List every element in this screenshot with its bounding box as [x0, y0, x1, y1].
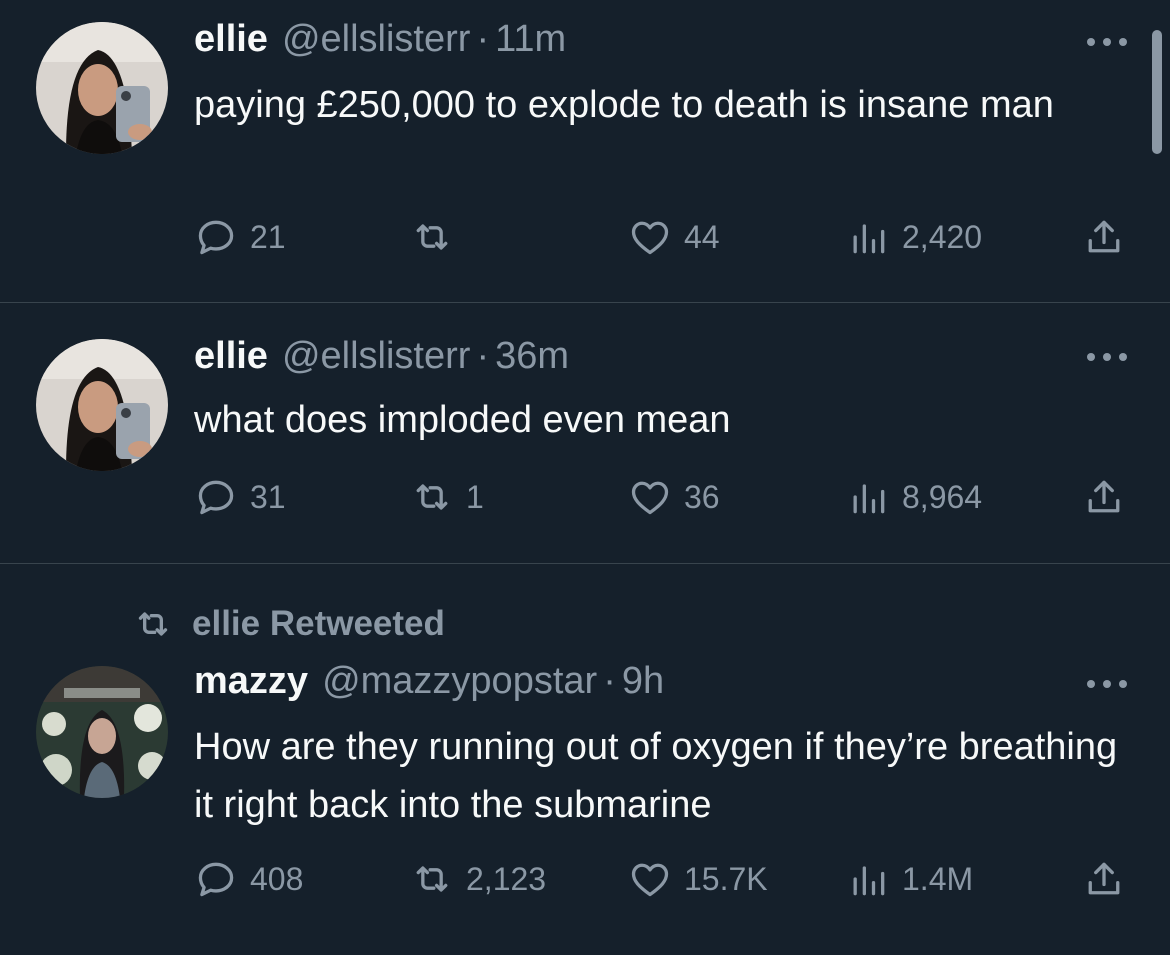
display-name[interactable]: ellie: [194, 18, 268, 61]
timestamp[interactable]: 11m: [495, 18, 566, 61]
heart-icon: [631, 481, 669, 515]
tweet-header: ellie @ellslisterr · 36m: [194, 335, 569, 385]
retweet-button[interactable]: 1: [410, 472, 484, 522]
reply-count: 408: [250, 860, 304, 897]
separator-dot: ·: [603, 660, 616, 702]
more-icon[interactable]: [1084, 32, 1130, 52]
reply-button[interactable]: 21: [194, 212, 286, 262]
more-icon[interactable]: [1084, 674, 1130, 694]
views-button[interactable]: 1.4M: [846, 854, 973, 904]
timestamp[interactable]: 9h: [622, 660, 664, 703]
like-button[interactable]: 36: [628, 472, 720, 522]
views-count: 8,964: [902, 478, 983, 515]
reply-button[interactable]: 408: [194, 854, 303, 904]
share-icon: [1088, 480, 1120, 513]
tweet[interactable]: ellie Retweeted mazzy @mazzypopstar · 9h…: [0, 564, 1170, 955]
like-count: 44: [684, 218, 720, 255]
reply-count: 31: [250, 478, 286, 515]
user-handle[interactable]: @mazzypopstar: [322, 660, 597, 703]
reply-icon: [198, 862, 234, 897]
retweet-icon: [416, 866, 448, 892]
heart-icon: [631, 221, 669, 255]
display-name[interactable]: mazzy: [194, 660, 308, 703]
separator-dot: ·: [476, 335, 490, 377]
retweet-button[interactable]: [410, 212, 466, 262]
timestamp[interactable]: 36m: [495, 335, 569, 378]
tweet[interactable]: ellie @ellslisterr · 36m what does implo…: [0, 303, 1170, 563]
like-button[interactable]: 44: [628, 212, 720, 262]
views-icon: [853, 866, 885, 896]
share-icon: [1088, 220, 1120, 253]
tweet-text: what does imploded even mean: [194, 399, 731, 441]
heart-icon: [631, 863, 669, 897]
retweeted-by-label: ellie Retweeted: [192, 604, 445, 643]
tweet-header: ellie @ellslisterr · 11m: [194, 18, 566, 68]
retweet-icon: [138, 612, 168, 636]
reply-icon: [198, 480, 234, 515]
views-button[interactable]: 2,420: [846, 212, 982, 262]
views-icon: [853, 224, 885, 254]
tweet-header: mazzy @mazzypopstar · 9h: [194, 660, 664, 710]
retweet-button[interactable]: 2,123: [410, 854, 546, 904]
retweet-icon: [416, 484, 448, 510]
display-name[interactable]: ellie: [194, 335, 268, 378]
user-handle[interactable]: @ellslisterr: [282, 18, 470, 61]
tweet-actions: 31 1 36 8,964: [194, 472, 1134, 522]
avatar[interactable]: [36, 339, 168, 471]
reply-button[interactable]: 31: [194, 472, 286, 522]
views-count: 2,420: [902, 218, 983, 255]
retweet-count: 2,123: [466, 860, 547, 897]
avatar[interactable]: [36, 22, 168, 154]
reply-count: 21: [250, 218, 286, 255]
avatar[interactable]: [36, 666, 168, 798]
like-count: 15.7K: [684, 860, 768, 897]
share-button[interactable]: [1082, 472, 1126, 522]
separator-dot: ·: [476, 18, 490, 60]
user-handle[interactable]: @ellslisterr: [282, 335, 470, 378]
like-count: 36: [684, 478, 720, 515]
like-button[interactable]: 15.7K: [628, 854, 768, 904]
share-icon: [1088, 862, 1120, 895]
tweet-text: paying £250,000 to explode to death is i…: [194, 84, 1054, 126]
tweet-text: How are they running out of oxygen if th…: [194, 726, 1118, 826]
share-button[interactable]: [1082, 854, 1126, 904]
views-button[interactable]: 8,964: [846, 472, 982, 522]
retweet-icon: [416, 224, 448, 250]
views-icon: [853, 484, 885, 514]
reply-icon: [198, 220, 234, 255]
tweet[interactable]: ellie @ellslisterr · 11m paying £250,000…: [0, 0, 1170, 302]
tweet-actions: 408 2,123 15.7K 1.4M: [194, 854, 1134, 904]
retweet-count: 1: [466, 478, 484, 515]
views-count: 1.4M: [902, 860, 974, 897]
retweeted-by[interactable]: ellie Retweeted: [130, 602, 445, 646]
share-button[interactable]: [1082, 212, 1126, 262]
more-icon[interactable]: [1084, 347, 1130, 367]
tweet-actions: 21 44 2,420: [194, 212, 1134, 262]
